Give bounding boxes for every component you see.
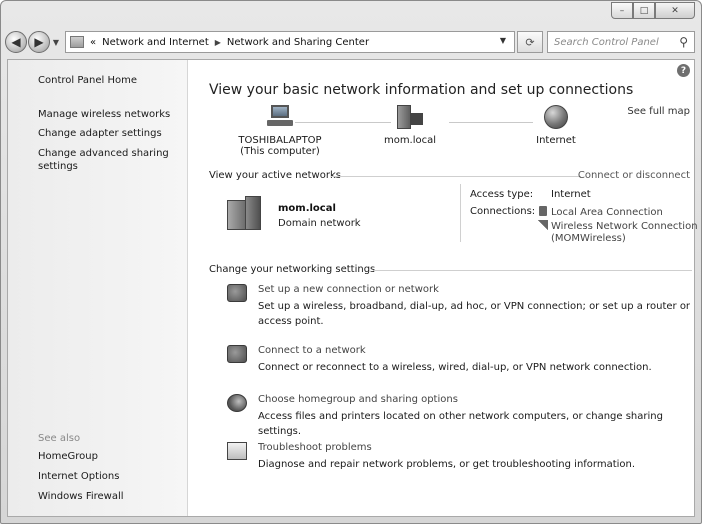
control-panel-home-link[interactable]: Control Panel Home (38, 75, 137, 86)
map-internet[interactable]: Internet (521, 105, 591, 146)
active-networks-heading: View your active networks (209, 170, 341, 181)
homegroup-icon (227, 394, 247, 412)
change-adapter-settings-link[interactable]: Change adapter settings (38, 128, 162, 139)
search-box[interactable]: Search Control Panel ⚲ (547, 31, 695, 53)
caption-buttons: – □ ✕ (611, 2, 695, 19)
breadcrumb-network-and-sharing-center[interactable]: Network and Sharing Center (227, 37, 369, 48)
control-panel-window: – □ ✕ ◀ ▶ ▼ « Network and Internet ▶ Net… (0, 0, 702, 524)
forward-arrow-icon: ▶ (34, 35, 44, 49)
maximize-button[interactable]: □ (633, 2, 655, 19)
breadcrumb-network-and-internet[interactable]: Network and Internet (102, 37, 209, 48)
main-pane: ? View your basic network information an… (189, 60, 698, 516)
refresh-button[interactable]: ⟳ (517, 31, 543, 53)
close-button[interactable]: ✕ (655, 2, 695, 19)
network-name: mom.local (383, 135, 437, 146)
refresh-icon: ⟳ (525, 35, 535, 49)
address-dropdown-icon[interactable]: ▼ (500, 36, 506, 45)
section-divider (374, 270, 692, 271)
internet-options-link[interactable]: Internet Options (38, 471, 119, 482)
change-settings-heading: Change your networking settings (209, 264, 376, 275)
see-full-map-link[interactable]: See full map (627, 106, 690, 117)
computer-sub: (This computer) (240, 146, 320, 157)
local-area-connection-link[interactable]: Local Area Connection (539, 206, 663, 218)
active-network-type[interactable]: Domain network (278, 218, 361, 229)
map-network[interactable]: mom.local (370, 105, 450, 146)
wireless-connection-text: Wireless Network Connection (551, 221, 698, 232)
internet-label: Internet (536, 135, 576, 146)
change-advanced-sharing-link[interactable]: Change advanced sharing (38, 148, 169, 159)
connect-network-icon (227, 345, 247, 363)
change-advanced-sharing-link-line2[interactable]: settings (38, 161, 78, 172)
address-bar[interactable]: « Network and Internet ▶ Network and Sha… (65, 31, 515, 53)
homegroup-link[interactable]: HomeGroup (38, 451, 98, 462)
connect-network-link[interactable]: Connect to a network (258, 345, 366, 356)
vertical-divider (460, 184, 461, 242)
back-arrow-icon: ◀ (11, 35, 21, 49)
access-type-value: Internet (551, 189, 591, 200)
homegroup-sharing-link[interactable]: Choose homegroup and sharing options (258, 394, 458, 405)
globe-icon (544, 105, 568, 129)
setup-connection-link[interactable]: Set up a new connection or network (258, 284, 439, 295)
breadcrumb-overflow[interactable]: « (90, 37, 96, 48)
see-also-heading: See also (38, 433, 81, 444)
recent-pages-dropdown[interactable]: ▼ (51, 38, 61, 47)
search-input[interactable]: Search Control Panel (554, 37, 679, 48)
connect-or-disconnect-link[interactable]: Connect or disconnect (578, 170, 690, 181)
network-icon (397, 105, 423, 129)
content-area: Control Panel Home Manage wireless netwo… (7, 59, 698, 517)
domain-network-icon[interactable] (227, 196, 261, 230)
section-divider (331, 176, 581, 177)
setup-network-icon (227, 284, 247, 302)
connect-network-desc: Connect or reconnect to a wireless, wire… (258, 362, 652, 373)
computer-name: TOSHIBALAPTOP (238, 135, 322, 146)
homegroup-sharing-desc: Access files and printers located on oth… (258, 411, 663, 437)
local-area-connection-text: Local Area Connection (551, 207, 663, 218)
troubleshoot-icon (227, 442, 247, 460)
wireless-network-connection-link[interactable]: Wireless Network Connection (538, 220, 698, 232)
wireless-signal-icon (538, 220, 548, 230)
access-type-label: Access type: (470, 189, 534, 200)
troubleshoot-link[interactable]: Troubleshoot problems (258, 442, 372, 453)
setup-connection-desc: Set up a wireless, broadband, dial-up, a… (258, 301, 691, 327)
troubleshoot-desc: Diagnose and repair network problems, or… (258, 459, 636, 470)
search-icon[interactable]: ⚲ (679, 35, 688, 49)
windows-firewall-link[interactable]: Windows Firewall (38, 491, 124, 502)
laptop-icon (265, 105, 295, 129)
navigation-bar: ◀ ▶ ▼ « Network and Internet ▶ Network a… (5, 29, 695, 55)
active-network-name: mom.local (278, 203, 336, 214)
map-computer[interactable]: TOSHIBALAPTOP (This computer) (235, 105, 325, 157)
breadcrumb-separator-icon[interactable]: ▶ (215, 38, 221, 47)
wireless-ssid[interactable]: (MOMWireless) (551, 233, 626, 244)
ethernet-icon (539, 206, 547, 216)
manage-wireless-networks-link[interactable]: Manage wireless networks (38, 109, 170, 120)
back-button[interactable]: ◀ (5, 31, 27, 53)
minimize-button[interactable]: – (611, 2, 633, 19)
help-icon[interactable]: ? (677, 64, 690, 77)
connections-label: Connections: (470, 206, 536, 217)
page-title: View your basic network information and … (209, 82, 634, 98)
forward-button[interactable]: ▶ (28, 31, 50, 53)
left-pane: Control Panel Home Manage wireless netwo… (8, 60, 188, 516)
control-panel-icon (70, 36, 84, 48)
